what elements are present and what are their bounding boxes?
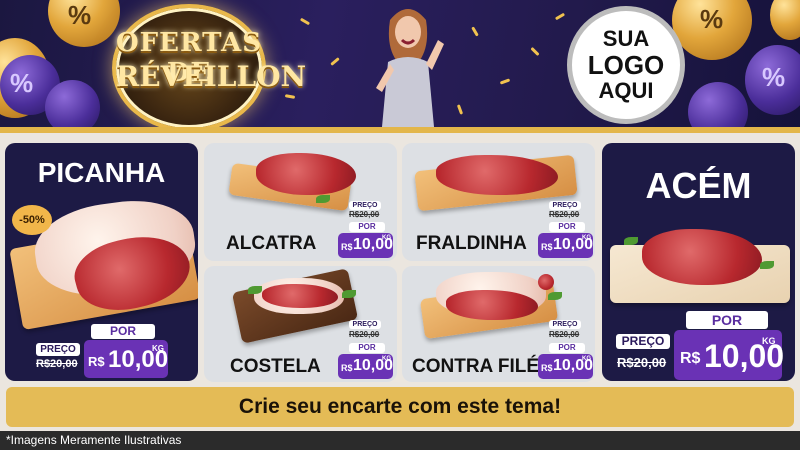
confetti: [530, 46, 540, 57]
logo-line-1: SUA: [602, 26, 650, 51]
percent-icon: %: [68, 0, 92, 30]
alcatra-meat-image: [256, 153, 356, 195]
confetti: [471, 26, 479, 37]
por-label: POR: [349, 343, 385, 353]
gold-balloon: [770, 0, 800, 40]
purple-balloon: [45, 80, 100, 127]
unit: KG: [762, 336, 776, 346]
garnish: [624, 237, 638, 245]
por-label: POR: [91, 324, 155, 339]
tomato-garnish: [538, 274, 554, 290]
logo-line-3: AQUI: [598, 78, 654, 103]
confetti: [330, 57, 340, 66]
costela-meat-cut: [262, 284, 338, 308]
por-label: POR: [549, 343, 585, 353]
price-tag: R$ 10,00 KG: [538, 354, 593, 379]
preco-label: PREÇO: [349, 201, 381, 210]
cta-text: Crie seu encarte com este tema!: [238, 395, 562, 418]
confetti: [554, 12, 566, 21]
price-tag: R$ 10,00 KG: [538, 233, 593, 258]
celebrating-woman-image: [376, 9, 444, 127]
contrafile-meat-cut: [446, 290, 538, 320]
product-name: PICANHA: [37, 157, 166, 188]
currency: R$: [341, 363, 353, 373]
old-price: R$20,00: [617, 355, 667, 370]
garnish: [548, 292, 562, 300]
old-price: R$20,00: [36, 358, 78, 370]
purple-balloon: [688, 82, 748, 127]
currency: R$: [88, 354, 105, 369]
seal-line-2: RÉVEILLON: [116, 60, 307, 93]
price-tag: R$ 10,00 KG: [338, 354, 393, 379]
confetti: [284, 94, 296, 99]
old-price: R$20,00: [349, 210, 380, 219]
preco-label: PREÇO: [36, 343, 80, 356]
preco-label: PREÇO: [549, 320, 581, 329]
price-tag: R$ 10,00 KG: [674, 330, 784, 380]
disclaimer: *Imagens Meramente Ilustrativas: [0, 431, 800, 450]
garnish: [760, 261, 774, 269]
percent-icon: %: [762, 62, 786, 92]
product-name: FRALDINHA: [416, 233, 527, 254]
currency: R$: [541, 242, 553, 252]
percent-icon: %: [700, 4, 724, 34]
acem-meat-image: [642, 229, 762, 285]
logo-placeholder: SUA LOGO AQUI: [567, 6, 685, 124]
old-price: R$20,00: [549, 210, 580, 219]
offer-seal: OFERTAS DE RÉVEILLON: [112, 4, 307, 127]
logo-line-2: LOGO: [587, 50, 665, 80]
preco-label: PREÇO: [616, 334, 670, 349]
discount-badge: -50%: [12, 205, 52, 235]
confetti: [456, 104, 464, 115]
product-name: COSTELA: [230, 356, 321, 377]
confetti: [299, 17, 311, 26]
price-tag: R$ 10,00 KG: [84, 340, 168, 378]
garnish: [248, 286, 262, 294]
old-price: R$20,00: [549, 330, 580, 339]
product-name: ACÉM: [645, 165, 752, 206]
currency: R$: [680, 350, 701, 367]
unit: KG: [382, 235, 391, 241]
por-label: POR: [686, 311, 768, 329]
price-tag: R$ 10,00 KG: [338, 233, 393, 258]
por-label: POR: [549, 222, 585, 232]
unit: KG: [152, 344, 164, 353]
gold-divider: [0, 127, 800, 133]
confetti: [499, 78, 511, 85]
garnish: [316, 195, 330, 203]
percent-icon: %: [10, 68, 34, 98]
currency: R$: [541, 363, 553, 373]
cta-banner: Crie seu encarte com este tema!: [6, 387, 794, 427]
preco-label: PREÇO: [349, 320, 381, 329]
por-label: POR: [349, 222, 385, 232]
product-name: CONTRA FILÉ: [412, 356, 540, 377]
unit: KG: [382, 356, 391, 362]
old-price: R$20,00: [349, 330, 380, 339]
unit: KG: [582, 356, 591, 362]
product-name: ALCATRA: [226, 233, 317, 254]
header-banner: % % % % OFERTAS DE RÉVEILLON SUA LOGO AQ…: [0, 0, 800, 127]
currency: R$: [341, 242, 353, 252]
unit: KG: [582, 235, 591, 241]
garnish: [342, 290, 356, 298]
preco-label: PREÇO: [549, 201, 581, 210]
fraldinha-meat-image: [436, 155, 558, 195]
